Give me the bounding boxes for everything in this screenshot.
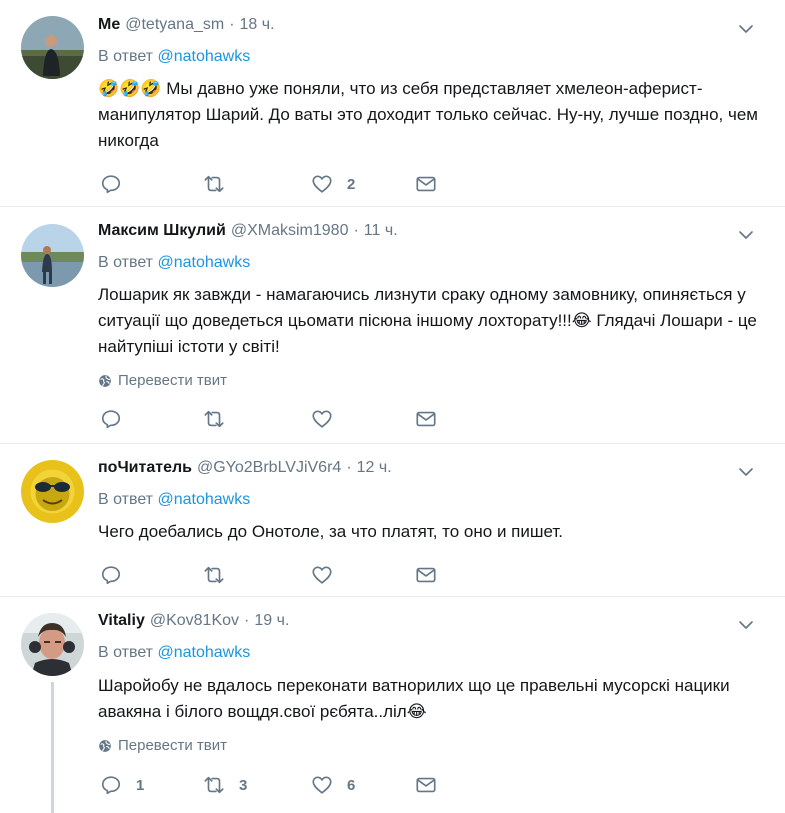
reply-button[interactable] — [100, 563, 136, 587]
heart-icon — [311, 173, 333, 195]
reply-button[interactable]: 1 — [100, 773, 144, 797]
chevron-down-icon[interactable] — [737, 20, 755, 38]
reply-icon — [100, 774, 122, 796]
like-count: 6 — [347, 776, 356, 794]
separator-dot: · — [229, 16, 235, 33]
like-button[interactable] — [311, 407, 347, 431]
separator-dot: · — [346, 459, 352, 476]
tweet-text: Шаройобу не вдалось переконати ватнорили… — [98, 676, 730, 721]
heart-icon — [311, 774, 333, 796]
retweet-button[interactable] — [203, 407, 239, 431]
author-name[interactable]: Максим Шкулий — [98, 222, 226, 240]
chevron-down-icon[interactable] — [737, 616, 755, 634]
reply-prefix: В ответ — [98, 48, 154, 65]
reply-icon — [100, 173, 122, 195]
action-bar — [100, 407, 440, 431]
reply-icon — [100, 564, 122, 586]
chevron-down-icon[interactable] — [737, 226, 755, 244]
tweet[interactable]: поЧитатель @GYo2BrbLVJiV6r4 · 12 ч. В от… — [0, 444, 785, 596]
globe-icon — [99, 739, 111, 752]
timestamp[interactable]: 19 ч. — [254, 612, 289, 630]
reply-context: В ответ @natohawks — [98, 254, 250, 272]
retweet-button[interactable] — [203, 563, 239, 587]
reply-handle-link[interactable]: @natohawks — [157, 254, 250, 271]
tweet-text: Чего доебались до Онотоле, за что платят… — [98, 522, 564, 541]
retweet-button[interactable] — [203, 172, 239, 196]
author-handle[interactable]: @Kov81Kov — [150, 612, 239, 630]
chevron-down-icon[interactable] — [737, 463, 755, 481]
retweet-icon — [203, 408, 225, 430]
direct-message-button[interactable] — [415, 773, 437, 797]
reply-icon — [100, 408, 122, 430]
reply-count: 1 — [136, 776, 145, 794]
retweet-count: 3 — [239, 776, 248, 794]
tweet-text: 🤣🤣🤣 Мы давно уже поняли, что из себя пре… — [98, 79, 758, 150]
author-name[interactable]: поЧитатель — [98, 459, 192, 477]
avatar[interactable] — [21, 16, 84, 79]
heart-icon — [311, 408, 333, 430]
action-bar: 1 3 6 — [100, 773, 440, 797]
reply-prefix: В ответ — [98, 491, 154, 508]
avatar[interactable] — [21, 224, 84, 287]
author-handle[interactable]: @GYo2BrbLVJiV6r4 — [197, 459, 341, 477]
envelope-icon — [415, 173, 437, 195]
timestamp[interactable]: 18 ч. — [240, 16, 275, 34]
reply-prefix: В ответ — [98, 644, 154, 661]
translate-tweet-link[interactable]: Перевести твит — [98, 372, 227, 389]
retweet-icon — [203, 774, 225, 796]
retweet-icon — [203, 173, 225, 195]
direct-message-button[interactable] — [415, 407, 437, 431]
separator-dot: · — [244, 612, 250, 629]
direct-message-button[interactable] — [415, 172, 437, 196]
envelope-icon — [415, 408, 437, 430]
timestamp[interactable]: 12 ч. — [357, 459, 392, 477]
like-button[interactable]: 2 — [311, 172, 355, 196]
retweet-button[interactable]: 3 — [203, 773, 247, 797]
tweet[interactable]: Vitaliy @Kov81Kov · 19 ч. В ответ @natoh… — [0, 597, 785, 813]
author-handle[interactable]: @tetyana_sm — [125, 16, 224, 34]
reply-context: В ответ @natohawks — [98, 644, 250, 662]
action-bar — [100, 563, 440, 587]
envelope-icon — [415, 774, 437, 796]
translate-label: Перевести твит — [118, 737, 227, 754]
author-name[interactable]: Vitaliy — [98, 612, 145, 630]
heart-icon — [311, 564, 333, 586]
like-count: 2 — [347, 175, 356, 193]
action-bar: 2 — [100, 172, 440, 196]
reply-handle-link[interactable]: @natohawks — [157, 48, 250, 65]
tweet[interactable]: Me @tetyana_sm · 18 ч. В ответ @natohawk… — [0, 0, 785, 206]
author-handle[interactable]: @XMaksim1980 — [231, 222, 349, 240]
reply-context: В ответ @natohawks — [98, 48, 250, 66]
globe-icon — [99, 374, 111, 387]
like-button[interactable] — [311, 563, 347, 587]
reply-handle-link[interactable]: @natohawks — [157, 491, 250, 508]
timestamp[interactable]: 11 ч. — [364, 222, 398, 240]
reply-context: В ответ @natohawks — [98, 491, 250, 509]
translate-label: Перевести твит — [118, 372, 227, 389]
retweet-icon — [203, 564, 225, 586]
reply-button[interactable] — [100, 407, 136, 431]
avatar[interactable] — [21, 460, 84, 523]
reply-handle-link[interactable]: @natohawks — [157, 644, 250, 661]
author-name[interactable]: Me — [98, 16, 120, 34]
tweet-text: Лошарик як завжди - намагаючись лизнути … — [98, 285, 757, 356]
avatar[interactable] — [21, 613, 84, 676]
envelope-icon — [415, 564, 437, 586]
separator-dot: · — [353, 222, 359, 239]
tweet[interactable]: Максим Шкулий @XMaksim1980 · 11 ч. В отв… — [0, 207, 785, 443]
like-button[interactable]: 6 — [311, 773, 355, 797]
reply-prefix: В ответ — [98, 254, 154, 271]
direct-message-button[interactable] — [415, 563, 437, 587]
reply-button[interactable] — [100, 172, 136, 196]
translate-tweet-link[interactable]: Перевести твит — [98, 737, 227, 754]
